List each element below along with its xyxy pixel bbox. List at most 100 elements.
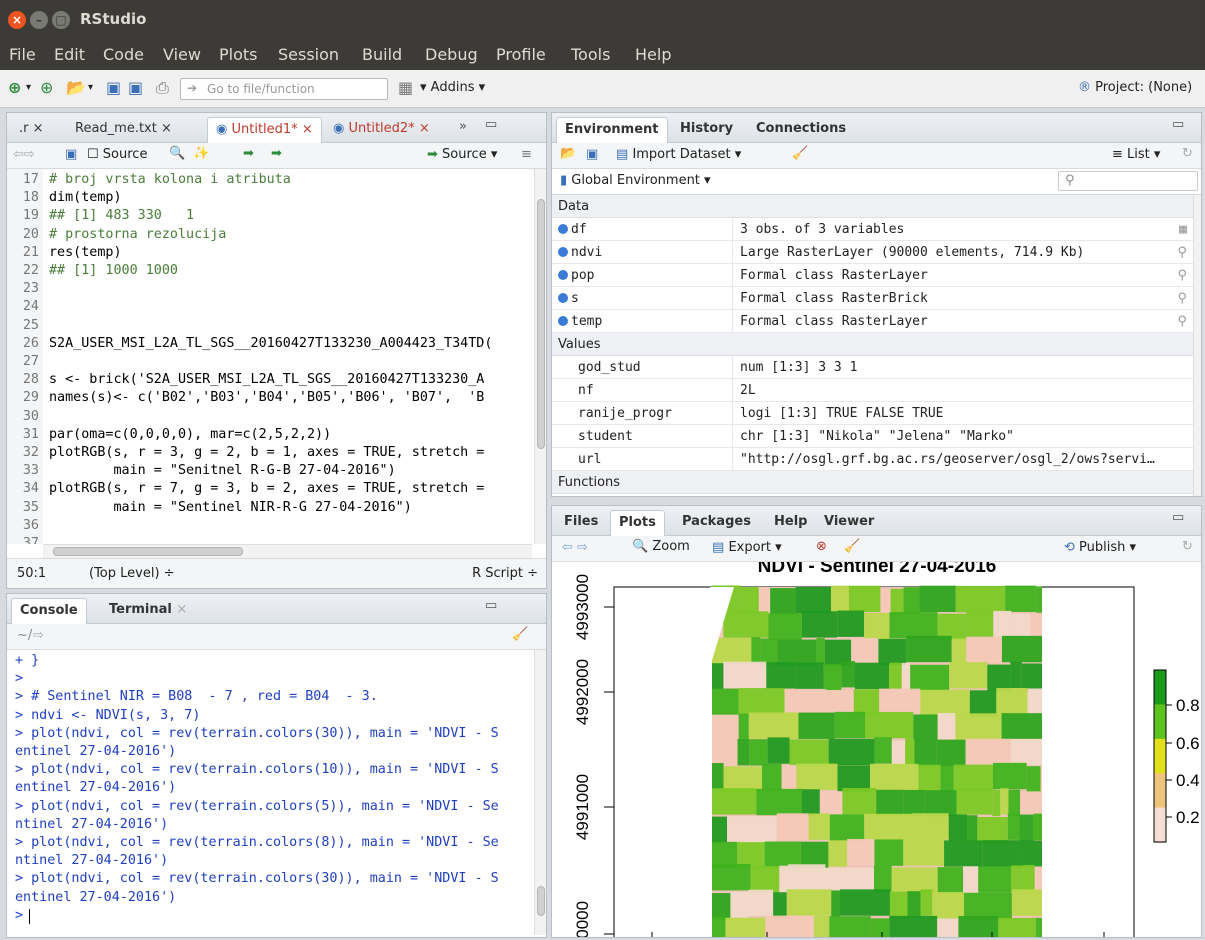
editor-scrollbar[interactable] <box>534 169 546 544</box>
go-to-dir-icon[interactable]: ⇨ <box>33 628 44 643</box>
open-folder-icon[interactable]: 📂 <box>66 79 86 97</box>
menu-build[interactable]: Build <box>362 45 402 64</box>
minimize-pane-icon[interactable]: ▭ <box>485 117 497 132</box>
expand-icon[interactable] <box>558 224 568 234</box>
tab-readme[interactable]: Read_me.txt × <box>67 117 180 143</box>
scrollbar-thumb[interactable] <box>537 199 545 449</box>
export-button[interactable]: ▤ Export ▾ <box>712 540 782 555</box>
expand-icon[interactable] <box>558 293 568 303</box>
tab-help[interactable]: Help <box>766 510 815 536</box>
refresh-icon[interactable]: ↻ <box>1182 146 1193 161</box>
console-output[interactable]: + } > > # Sentinel NIR = B08 - 7 , red = B… <box>7 650 532 935</box>
env-row[interactable]: pop Formal class RasterLayer ⚲ <box>552 264 1193 287</box>
menu-view[interactable]: View <box>163 45 201 64</box>
menu-profile[interactable]: Profile <box>496 45 546 64</box>
scope-select[interactable]: ▮ Global Environment ▾ <box>560 173 711 188</box>
tab-files[interactable]: Files <box>556 510 606 536</box>
zoom-button[interactable]: 🔍 Zoom <box>632 539 690 554</box>
menu-help[interactable]: Help <box>635 45 671 64</box>
expand-icon[interactable] <box>558 316 568 326</box>
menu-debug[interactable]: Debug <box>425 45 478 64</box>
menu-file[interactable]: File <box>9 45 36 64</box>
clear-plots-icon[interactable]: 🧹 <box>844 539 860 554</box>
menu-plots[interactable]: Plots <box>219 45 258 64</box>
scope-selector[interactable]: (Top Level) ÷ <box>89 566 175 581</box>
wand-icon[interactable]: ✨ <box>193 146 209 161</box>
menu-session[interactable]: Session <box>278 45 339 64</box>
inspect-icon[interactable]: ⚲ <box>1177 287 1187 310</box>
tab-viewer[interactable]: Viewer <box>816 510 882 536</box>
tab-untitled2[interactable]: ◉ Untitled2* × <box>325 117 438 143</box>
env-search-input[interactable]: ⚲ <box>1058 171 1198 191</box>
load-workspace-icon[interactable]: 📂 <box>560 146 576 161</box>
inspect-icon[interactable]: ⚲ <box>1177 264 1187 287</box>
tab-terminal[interactable]: Terminal × <box>101 598 195 624</box>
rerun-icon[interactable]: ➡ <box>271 146 282 161</box>
env-section-header[interactable]: Data <box>552 195 1193 218</box>
goto-file-input[interactable]: ➔ Go to file/function <box>180 78 388 100</box>
back-forward-icon[interactable]: ⇦⇨ <box>13 147 35 162</box>
env-section-header[interactable]: Functions <box>552 471 1193 494</box>
minimize-window-icon[interactable]: – <box>30 11 48 29</box>
maximize-window-icon[interactable]: □ <box>52 11 70 29</box>
clear-console-icon[interactable]: 🧹 <box>512 627 528 642</box>
tab-history[interactable]: History <box>672 117 741 143</box>
env-row[interactable]: s Formal class RasterBrick ⚲ <box>552 287 1193 310</box>
save-workspace-icon[interactable]: ▣ <box>586 147 598 162</box>
minimize-pane-icon[interactable]: ▭ <box>1172 117 1184 132</box>
menu-code[interactable]: Code <box>103 45 144 64</box>
more-tabs-icon[interactable]: » <box>459 119 467 134</box>
new-project-icon[interactable]: ⊕ <box>40 79 53 97</box>
env-row[interactable]: df 3 obs. of 3 variables ▦ <box>552 218 1193 241</box>
tab-console[interactable]: Console <box>11 598 87 624</box>
tab-plots[interactable]: Plots <box>610 510 665 536</box>
search-icon[interactable]: 🔍 <box>169 146 185 161</box>
run-line-icon[interactable]: ➡ <box>243 146 254 161</box>
close-window-icon[interactable]: × <box>8 11 26 29</box>
tab-r-file[interactable]: .r × <box>11 117 52 143</box>
inspect-icon[interactable]: ⚲ <box>1177 310 1187 333</box>
outline-icon[interactable]: ≡ <box>521 147 532 162</box>
import-dataset-button[interactable]: ▤ Import Dataset ▾ <box>616 147 741 162</box>
minimize-pane-icon[interactable]: ▭ <box>485 598 497 613</box>
save-all-icon[interactable]: ▣ <box>128 79 143 97</box>
dropdown-icon[interactable]: ▾ <box>26 79 31 97</box>
env-row[interactable]: ndvi Large RasterLayer (90000 elements, 7… <box>552 241 1193 264</box>
publish-button[interactable]: ⟲ Publish ▾ <box>1064 540 1136 555</box>
save-icon[interactable]: ▣ <box>65 147 77 162</box>
scrollbar-thumb[interactable] <box>537 886 545 916</box>
tab-connections[interactable]: Connections <box>748 117 854 143</box>
inspect-icon[interactable]: ⚲ <box>1177 241 1187 264</box>
hscroll-thumb[interactable] <box>53 547 243 556</box>
grid-layout-icon[interactable]: ▦ <box>398 79 413 97</box>
project-menu[interactable]: ® Project: (None) <box>1078 80 1192 95</box>
expand-icon[interactable] <box>558 270 568 280</box>
save-icon[interactable]: ▣ <box>106 79 121 97</box>
env-row[interactable]: god_stud num [1:3] 3 3 1 <box>552 356 1193 379</box>
print-icon[interactable]: ⎙ <box>156 79 169 97</box>
menu-tools[interactable]: Tools <box>571 45 610 64</box>
console-scrollbar[interactable] <box>534 650 546 935</box>
addins-menu[interactable]: ▾ Addins ▾ <box>420 80 485 95</box>
source-on-save[interactable]: ☐ Source <box>87 147 147 162</box>
refresh-icon[interactable]: ↻ <box>1182 539 1193 554</box>
env-scrollbar[interactable] <box>1193 195 1201 496</box>
env-row[interactable]: student chr [1:3] "Nikola" "Jelena" "Mark… <box>552 425 1193 448</box>
menu-edit[interactable]: Edit <box>54 45 85 64</box>
tab-untitled1[interactable]: ◉ Untitled1* × <box>207 117 322 143</box>
tab-packages[interactable]: Packages <box>674 510 759 536</box>
code-area[interactable]: 17 # broj vrsta kolona i atributa 18 dim(te… <box>7 169 532 544</box>
back-forward-icon[interactable]: ⇦ ⇨ <box>562 540 588 555</box>
env-section-header[interactable]: Values <box>552 333 1193 356</box>
file-type-selector[interactable]: R Script ÷ <box>472 566 538 581</box>
source-button[interactable]: ➡ Source ▾ <box>427 147 497 162</box>
env-row[interactable]: url "http://osgl.grf.bg.ac.rs/geoserver/o… <box>552 448 1193 471</box>
expand-icon[interactable] <box>558 247 568 257</box>
env-row[interactable]: nf 2L <box>552 379 1193 402</box>
remove-plot-icon[interactable]: ⊗ <box>816 539 827 554</box>
env-row[interactable]: ranije_progr logi [1:3] TRUE FALSE TRUE <box>552 402 1193 425</box>
editor-hscrollbar[interactable] <box>43 544 532 558</box>
minimize-pane-icon[interactable]: ▭ <box>1172 510 1184 525</box>
dropdown-icon[interactable]: ▾ <box>88 79 93 97</box>
new-file-icon[interactable]: ⊕ <box>8 79 21 97</box>
